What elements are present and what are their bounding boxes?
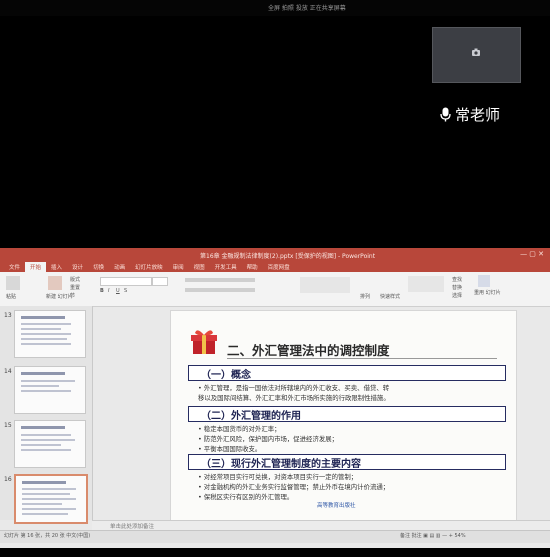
status-view-controls[interactable]: 备注 批注 ▣ ▤ ▥ — + 54% — [400, 532, 466, 539]
slide-thumbnail-pane: 13 14 15 16 — [0, 306, 93, 524]
slide-thumbnail-14[interactable] — [14, 366, 86, 414]
slide-footer: 高等教育出版社 — [317, 503, 356, 509]
tab-insert[interactable]: 插入 — [46, 262, 67, 272]
body-line: 移以及国际间结算、外汇汇率和外汇市场所实施的行政限制性措施。 — [198, 394, 390, 402]
camera-preview[interactable] — [432, 27, 521, 83]
slide-number: 13 — [4, 312, 12, 319]
reset-button[interactable]: 重置 — [70, 284, 80, 291]
replace-button[interactable]: 替换 — [452, 284, 462, 291]
select-button[interactable]: 选择 — [452, 292, 462, 299]
body-line: • 平衡本国国际收支。 — [198, 445, 262, 453]
section-heading-contents: （三）现行外汇管理制度的主要内容 — [188, 454, 506, 470]
slide-title: 二、外汇管理法中的调控制度 — [227, 343, 390, 358]
paragraph-controls[interactable] — [185, 278, 255, 282]
section-button[interactable]: 节 — [70, 292, 75, 299]
slide-number: 15 — [4, 422, 12, 429]
speaker-badge: 常老师 — [440, 104, 500, 125]
slide-thumbnail-16-selected[interactable] — [14, 474, 88, 524]
section-heading-role: （二）外汇管理的作用 — [188, 406, 506, 422]
shapes-gallery[interactable] — [300, 277, 350, 293]
quick-styles-button[interactable]: 快速样式 — [380, 293, 400, 300]
powerpoint-window: 第16章 金融规制法律制度(2).pptx [受保护的视图] - PowerPo… — [0, 248, 550, 548]
slide-number: 16 — [4, 476, 12, 483]
current-slide[interactable]: 二、外汇管理法中的调控制度 （一）概念 • 外汇管理，是指一国依法对所辖境内的外… — [170, 310, 517, 522]
tab-slideshow[interactable]: 幻灯片放映 — [130, 262, 168, 272]
section-heading-text: （三）现行外汇管理制度的主要内容 — [201, 459, 361, 470]
font-size-select[interactable] — [152, 277, 168, 286]
shape-format-controls[interactable] — [408, 276, 444, 292]
tab-help[interactable]: 帮助 — [242, 262, 263, 272]
body-line: • 对经常项目实行可兑换，对资本项目实行一定的管制； — [198, 473, 358, 481]
status-slide-info: 幻灯片 第 16 张，共 20 张 中文(中国) — [4, 533, 91, 539]
body-line: • 对金融机构的外汇业务实行监督管理；禁止外币在境内计价流通； — [198, 483, 390, 491]
slide-number: 14 — [4, 368, 12, 375]
section-heading-text: （二）外汇管理的作用 — [201, 411, 301, 422]
slide-thumbnail-13[interactable] — [14, 310, 86, 358]
strike-button[interactable]: S — [124, 288, 127, 294]
microphone-icon — [440, 107, 451, 122]
arrange-button[interactable]: 排列 — [360, 293, 370, 300]
gift-box-icon — [191, 330, 217, 354]
italic-button[interactable]: I — [108, 288, 109, 294]
paste-icon[interactable] — [6, 276, 20, 290]
font-select[interactable] — [100, 277, 152, 286]
tab-view[interactable]: 视图 — [189, 262, 210, 272]
section-heading-text: （一）概念 — [201, 370, 251, 381]
share-toolbar-text[interactable]: 全屏 拍照 投放 正在共享屏幕 — [268, 3, 346, 12]
tab-review[interactable]: 审阅 — [168, 262, 189, 272]
tab-file[interactable]: 文件 — [4, 262, 25, 272]
tab-home[interactable]: 开始 — [25, 262, 47, 272]
ribbon: 粘贴 新建 幻灯片 版式 重置 节 B I U S 排列 快速样式 查找 替换 … — [0, 272, 550, 307]
tab-baidu[interactable]: 百度网盘 — [263, 262, 295, 272]
reuse-slides-icon[interactable] — [478, 275, 490, 287]
slide-thumbnail-15[interactable] — [14, 420, 86, 468]
notes-placeholder[interactable]: 单击此处添加备注 — [110, 522, 154, 530]
window-title-bar: 第16章 金融规制法律制度(2).pptx [受保护的视图] - PowerPo… — [0, 248, 550, 262]
section-heading-concept: （一）概念 — [188, 365, 506, 381]
reuse-slides-button[interactable]: 重用 幻灯片 — [474, 289, 501, 296]
layout-button[interactable]: 版式 — [70, 276, 80, 283]
paste-button[interactable]: 粘贴 — [6, 293, 16, 300]
body-line: • 防范外汇风险，保护国内市场，促进经济发展； — [198, 435, 339, 443]
new-slide-button[interactable]: 新建 幻灯片 — [46, 293, 73, 300]
camera-icon — [472, 48, 480, 56]
find-button[interactable]: 查找 — [452, 276, 462, 283]
speaker-name: 常老师 — [455, 106, 501, 124]
body-line: • 保税区实行有区别的外汇管理。 — [198, 493, 294, 501]
tab-animations[interactable]: 动画 — [109, 262, 130, 272]
body-line: • 稳定本国货币的对外汇率； — [198, 425, 281, 433]
body-line: • 外汇管理，是指一国依法对所辖境内的外汇收支、买卖、借贷、转 — [198, 384, 390, 392]
align-controls[interactable] — [185, 288, 255, 292]
new-slide-icon[interactable] — [48, 276, 62, 290]
ribbon-tabs: 文件 开始 插入 设计 切换 动画 幻灯片放映 审阅 视图 开发工具 帮助 百度… — [0, 262, 550, 272]
window-title: 第16章 金融规制法律制度(2).pptx [受保护的视图] - PowerPo… — [200, 253, 376, 260]
bold-button[interactable]: B — [100, 288, 104, 294]
tab-transitions[interactable]: 切换 — [88, 262, 109, 272]
tab-design[interactable]: 设计 — [67, 262, 88, 272]
window-controls[interactable]: — ▢ ✕ — [520, 250, 544, 258]
title-underline — [227, 358, 497, 359]
underline-button[interactable]: U — [116, 288, 120, 294]
tab-developer[interactable]: 开发工具 — [210, 262, 242, 272]
